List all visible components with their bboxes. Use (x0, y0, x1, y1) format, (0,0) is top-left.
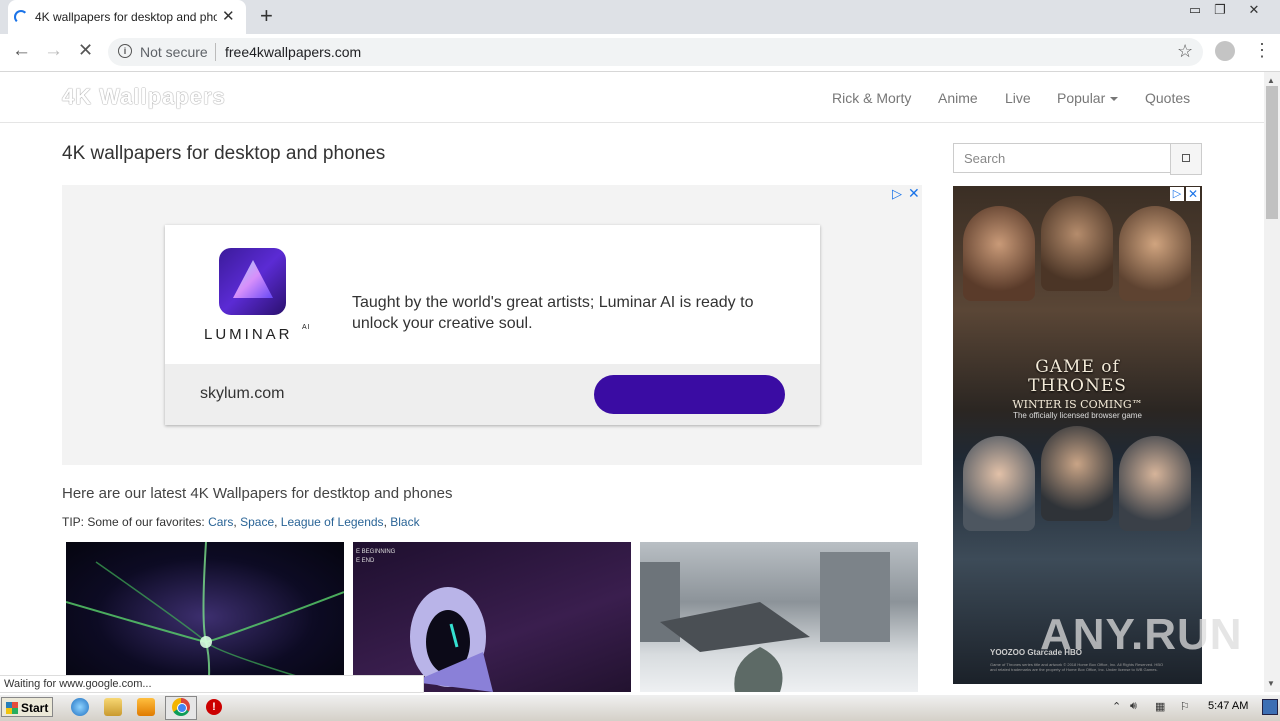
ad-portrait (1119, 206, 1191, 301)
tip-line: TIP: Some of our favorites: Cars, Space,… (62, 515, 420, 529)
site-logo[interactable]: 4K Wallpapers (62, 84, 226, 110)
taskbar-clock[interactable]: 5:47 AM (1208, 700, 1248, 712)
ad-portrait (1119, 436, 1191, 531)
nav-link-quotes[interactable]: Quotes (1145, 90, 1190, 106)
tip-link-space[interactable]: Space (240, 515, 274, 529)
caret-down-icon (1110, 97, 1119, 102)
thumbnail-caption: E BEGINNING E END (356, 549, 396, 564)
back-arrow-icon[interactable]: ← (12, 40, 31, 62)
ad-headline: GAME of THRONES (953, 358, 1202, 396)
latest-heading: Here are our latest 4K Wallpapers for de… (62, 485, 453, 502)
status-bubble: Waiting for www.google.com... (0, 675, 424, 693)
ad-cta-button[interactable] (594, 375, 785, 414)
ad-portrait (1041, 196, 1113, 291)
url-text[interactable]: free4kwallpapers.com (225, 44, 361, 60)
volume-icon[interactable]: 🔊︎ (1130, 700, 1137, 713)
ad-subtitle: WINTER IS COMING™ (1012, 398, 1143, 411)
info-icon[interactable]: i (118, 44, 132, 58)
ad-headline-line1: GAME of (1035, 357, 1120, 377)
ad-choices-icon[interactable]: ▷ (892, 186, 902, 202)
ad-domain[interactable]: skylum.com (200, 385, 284, 403)
ad-close-icon[interactable]: ✕ (908, 185, 920, 202)
network-icon[interactable]: ▦ (1155, 700, 1165, 713)
tab-title: 4K wallpapers for desktop and phones (35, 10, 217, 24)
nav-link-rick-morty[interactable]: Rick & Morty (832, 90, 911, 106)
new-tab-button[interactable]: + (260, 3, 273, 29)
ad-portrait (963, 436, 1035, 531)
show-desktop-button[interactable] (1262, 699, 1278, 715)
action-center-flag-icon[interactable]: ⚐ (1180, 700, 1190, 713)
start-label: Start (21, 701, 49, 715)
start-button[interactable]: Start (1, 697, 53, 717)
profile-avatar-icon[interactable] (1215, 41, 1235, 61)
menu-dots-icon[interactable]: ⋮ (1253, 40, 1271, 61)
bookmark-star-icon[interactable]: ☆ (1177, 41, 1193, 62)
windows-logo-icon (6, 702, 18, 714)
stop-loading-icon[interactable]: ✕ (78, 40, 93, 61)
ad-choices-icon[interactable]: ▷ (1170, 187, 1184, 201)
tip-link-black[interactable]: Black (390, 515, 419, 529)
stop-sign-icon[interactable]: ! (206, 699, 222, 715)
close-window-button[interactable]: ✕ (1243, 2, 1265, 18)
search-input[interactable] (953, 143, 1176, 173)
tray-expand-icon[interactable]: ⌃ (1112, 700, 1121, 713)
restore-button[interactable]: ❐ (1209, 2, 1231, 18)
nav-link-live[interactable]: Live (1005, 90, 1031, 106)
scroll-thumb[interactable] (1266, 86, 1278, 219)
watermark: ANY.RUN (1040, 610, 1243, 659)
ad-close-icon[interactable]: ✕ (1186, 187, 1200, 201)
minimize-button[interactable]: ▭ (1184, 2, 1206, 18)
internet-explorer-icon[interactable] (71, 698, 89, 716)
file-explorer-icon[interactable] (104, 698, 122, 716)
luminar-logo-icon (219, 248, 286, 315)
tip-link-cars[interactable]: Cars (208, 515, 233, 529)
media-player-icon[interactable] (137, 698, 155, 716)
url-divider (215, 43, 216, 61)
ad-tagline: The officially licensed browser game (1013, 411, 1142, 420)
nav-popular-label: Popular (1057, 90, 1106, 106)
security-label[interactable]: Not secure (140, 44, 208, 60)
ad-portrait (963, 206, 1035, 301)
wallpaper-thumbnail[interactable] (66, 542, 344, 692)
nav-link-popular[interactable]: Popular (1057, 90, 1119, 106)
ad-copy: Taught by the world's great artists; Lum… (352, 294, 754, 332)
scroll-up-icon[interactable]: ▲ (1267, 76, 1275, 85)
ad-legal-text: Game of Thrones series title and artwork… (990, 662, 1164, 672)
forward-arrow-icon[interactable]: → (44, 40, 63, 62)
ad-brand-super: AI (302, 324, 311, 331)
page-title: 4K wallpapers for desktop and phones (62, 143, 386, 164)
ad-portrait (1041, 426, 1113, 521)
loading-spinner-icon (14, 10, 28, 24)
tab-close-icon[interactable]: ✕ (222, 7, 235, 25)
ad-headline-line2: THRONES (1028, 376, 1127, 396)
nav-link-anime[interactable]: Anime (938, 90, 978, 106)
tip-link-league-of-legends[interactable]: League of Legends (281, 515, 384, 529)
scroll-down-icon[interactable]: ▼ (1267, 679, 1275, 688)
wallpaper-thumbnail[interactable] (640, 542, 918, 692)
search-icon (1182, 154, 1190, 162)
chrome-icon-center (177, 703, 187, 713)
ad-brand-name: LUMINAR (204, 326, 293, 343)
tip-prefix: TIP: Some of our favorites: (62, 515, 205, 529)
